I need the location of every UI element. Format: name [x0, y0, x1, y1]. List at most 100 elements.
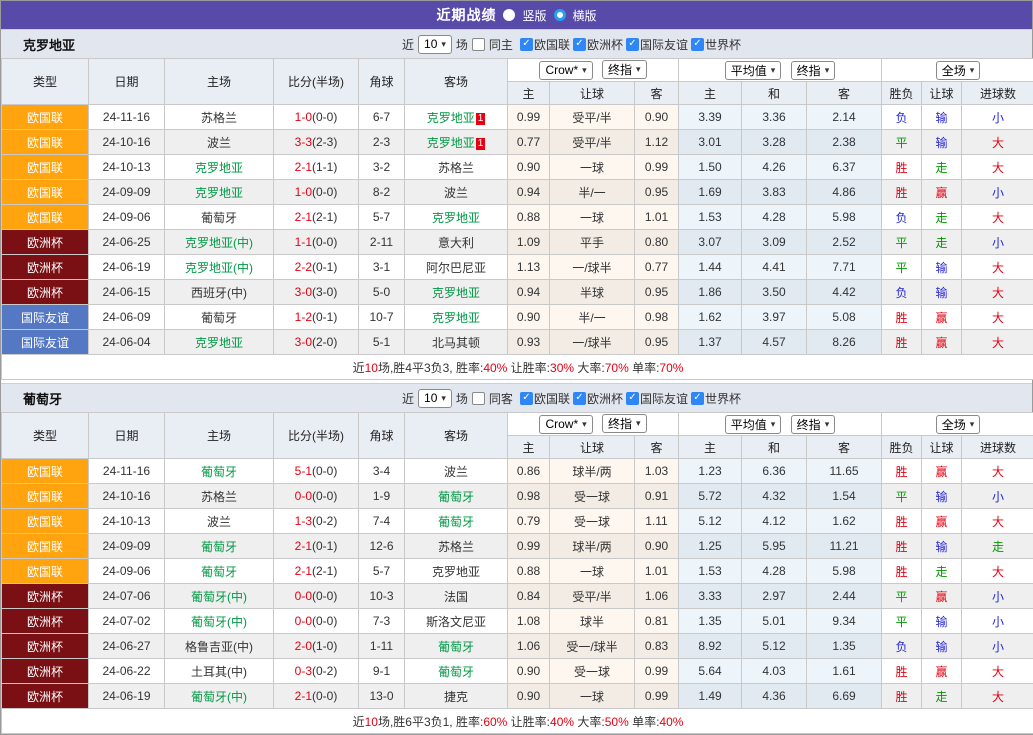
league-checkbox[interactable]: [625, 391, 639, 405]
match-date: 24-06-25: [88, 229, 165, 255]
result-goals: 大: [961, 508, 1033, 534]
summary-text: 场,胜6平3负1, 胜率:: [377, 714, 484, 729]
match-score: 1-0(0-0): [273, 104, 359, 130]
result-goals: 大: [961, 279, 1033, 305]
match-score: 1-3(0-2): [273, 508, 359, 534]
subcol-handicap-line: 让球: [549, 435, 635, 459]
halftime-score: (1-1): [312, 160, 338, 174]
halftime-score: (0-2): [312, 664, 338, 678]
handicap-away-odds: 0.95: [634, 179, 679, 205]
result-handicap: 输: [921, 533, 963, 559]
average-select[interactable]: 平均值: [724, 414, 782, 434]
same-side-checkbox[interactable]: [471, 391, 485, 405]
league-filters: 欧国联 欧洲杯 国际友谊 世界杯: [517, 36, 741, 53]
avg-draw-odds: 4.28: [741, 204, 807, 230]
match-row: 欧国联 24-10-13 克罗地亚 2-1(1-1) 3-2 苏格兰 0.90 一球 0.99 1…: [1, 154, 1033, 180]
result-handicap: 走: [921, 204, 963, 230]
home-team-cell: 克罗地亚(中): [164, 254, 274, 280]
avg-draw-odds: 3.28: [741, 129, 807, 155]
league-checkbox[interactable]: [690, 391, 704, 405]
fulltime-score: 1-3: [294, 514, 312, 528]
league-checkbox[interactable]: [572, 37, 586, 51]
avg-away-odds: 2.44: [805, 583, 883, 609]
fulltime-score: 2-1: [294, 160, 312, 174]
summary-text: 让胜率:: [507, 714, 551, 729]
league-checkbox[interactable]: [690, 37, 704, 51]
col-header-home: 主场: [164, 412, 274, 459]
avg-draw-odds: 2.97: [741, 583, 807, 609]
period-select[interactable]: 全场: [935, 60, 981, 80]
league-checkbox[interactable]: [572, 391, 586, 405]
filter-bar: 近 10 场 同客 欧国联 欧洲杯 国际友谊 世界杯: [402, 388, 741, 408]
matches-count-select[interactable]: 10: [418, 388, 452, 408]
avg-home-odds: 8.92: [678, 633, 742, 659]
horizontal-layout-radio[interactable]: [553, 9, 566, 21]
summary-text: 10: [364, 714, 378, 729]
home-team-name: 葡萄牙: [200, 310, 237, 325]
avg-away-odds: 9.34: [805, 608, 883, 634]
avg-draw-odds: 4.28: [741, 558, 807, 584]
handicap-group-header: Crow* 终指: [507, 412, 679, 436]
avg-away-odds: 1.54: [805, 483, 883, 509]
handicap-home-odds: 0.77: [507, 129, 550, 155]
avg-home-odds: 1.50: [678, 154, 742, 180]
col-header-corner: 角球: [358, 58, 405, 105]
handicap-home-odds: 1.06: [507, 633, 550, 659]
fulltime-score: 1-1: [294, 235, 312, 249]
league-checkbox[interactable]: [519, 391, 533, 405]
handicap-odds-type-select[interactable]: 终指: [602, 414, 647, 434]
result-wdl: 平: [881, 254, 923, 280]
subcol-result-goals: 进球数: [961, 81, 1033, 105]
away-team-cell: 葡萄牙: [404, 508, 508, 534]
subcol-avg-away: 客: [805, 81, 883, 105]
avg-home-odds: 1.44: [678, 254, 742, 280]
fulltime-score: 2-1: [294, 539, 312, 553]
league-checkbox[interactable]: [519, 37, 533, 51]
handicap-away-odds: 0.77: [634, 254, 679, 280]
away-team-cell: 北马其顿: [404, 329, 508, 355]
home-team-name: 格鲁吉亚(中): [185, 639, 253, 654]
matches-count-select[interactable]: 10: [418, 34, 452, 54]
result-wdl: 胜: [881, 458, 923, 484]
col-header-corner: 角球: [358, 412, 405, 459]
handicap-home-odds: 0.90: [507, 154, 550, 180]
vertical-layout-radio[interactable]: [503, 9, 516, 21]
period-select-value: 全场: [941, 63, 966, 78]
average-select[interactable]: 平均值: [724, 60, 782, 80]
average-odds-type-select[interactable]: 终指: [790, 414, 836, 434]
average-odds-type-select[interactable]: 终指: [790, 60, 836, 80]
subcol-handicap-home: 主: [507, 435, 550, 459]
league-checkbox[interactable]: [625, 37, 639, 51]
match-row: 欧国联 24-11-16 葡萄牙 5-1(0-0) 3-4 波兰 0.86 球半/两 1.03 1…: [1, 458, 1033, 484]
home-team-name: 土耳其(中): [191, 664, 247, 679]
result-goals: 大: [961, 304, 1033, 330]
bookmaker-select[interactable]: Crow*: [539, 414, 593, 434]
result-handicap: 输: [921, 104, 963, 130]
handicap-line: 受平/半: [549, 104, 635, 130]
match-score: 2-1(0-1): [273, 533, 359, 559]
result-handicap: 走: [921, 683, 963, 709]
result-handicap: 走: [921, 154, 963, 180]
result-handicap: 赢: [921, 179, 963, 205]
home-team-cell: 葡萄牙(中): [164, 583, 274, 609]
avg-draw-odds: 4.03: [741, 658, 807, 684]
same-side-checkbox[interactable]: [471, 37, 485, 51]
home-team-name: 波兰: [206, 135, 231, 150]
avg-home-odds: 1.49: [678, 683, 742, 709]
corner-count: 8-2: [358, 179, 405, 205]
bookmaker-select[interactable]: Crow*: [539, 60, 593, 80]
corner-count: 1-9: [358, 483, 405, 509]
home-team-name: 苏格兰: [200, 110, 237, 125]
away-team-name: 斯洛文尼亚: [425, 614, 486, 629]
away-team-name: 葡萄牙: [437, 639, 474, 654]
fulltime-score: 2-2: [294, 260, 312, 274]
avg-draw-odds: 4.26: [741, 154, 807, 180]
handicap-line: 球半/两: [549, 458, 635, 484]
col-header-home: 主场: [164, 58, 274, 105]
league-badge: 欧国联: [1, 558, 89, 584]
league-badge: 欧国联: [1, 179, 89, 205]
handicap-odds-type-select[interactable]: 终指: [602, 60, 647, 80]
home-team-name: 葡萄牙: [200, 539, 237, 554]
halftime-score: (2-3): [312, 135, 338, 149]
period-select[interactable]: 全场: [935, 414, 981, 434]
